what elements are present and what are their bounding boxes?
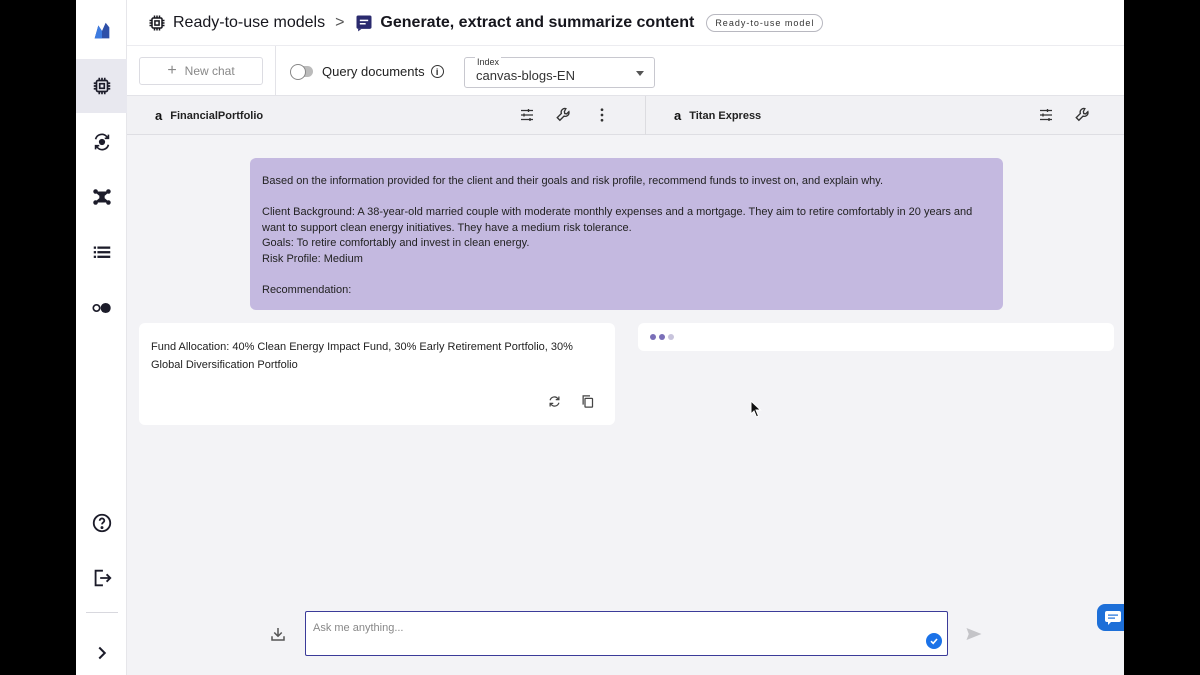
breadcrumb: Ready-to-use models > Generate, extract … [127,0,1124,46]
model-type-badge: Ready-to-use model [706,13,824,32]
info-icon[interactable]: i [430,65,444,78]
mouse-cursor-icon [750,400,762,418]
toolbar: + New chat Query documents i Index canva… [127,46,1124,96]
sidebar-item-my-models[interactable] [76,115,127,169]
model-name: Titan Express [689,109,762,122]
download-icon[interactable] [269,625,287,643]
main-area: Ready-to-use models > Generate, extract … [127,0,1124,675]
logout-icon [94,569,112,587]
prompt-line: Risk Profile: Medium [262,252,363,265]
prompt-line: Based on the information provided for th… [262,175,884,187]
sidebar-item-ready-to-use-models[interactable] [76,59,127,113]
query-documents-label: Query documents [322,64,425,79]
chat-input[interactable]: Ask me anything... [305,611,948,656]
sidebar-item-datasets[interactable] [76,225,127,279]
list-icon [93,246,110,258]
help-icon [92,513,111,533]
app-frame: Ready-to-use models > Generate, extract … [76,0,1124,675]
sidebar-item-help[interactable] [76,496,127,550]
amazon-logo-icon: a [155,108,163,123]
caret-down-icon [636,71,644,76]
toggle-dots-icon [91,302,111,314]
prompt-line: Client Background: A 38-year-old married… [262,206,973,234]
model-header-right: a Titan Express [674,96,761,135]
prompt-line: Recommendation: [262,283,352,296]
user-prompt-bubble: Based on the information provided for th… [250,158,1003,310]
breadcrumb-separator: > [335,13,345,31]
check-icon [926,633,942,649]
sidebar-item-data-flows[interactable] [76,170,127,224]
sidebar-divider [86,612,118,613]
model-headers: a FinancialPortfolio a Titan Express [127,96,1124,135]
chat-bubble-icon [356,15,372,31]
sidebar-item-logout[interactable] [76,551,127,605]
model-divider [645,96,646,135]
query-documents-label-group: Query documents i [322,64,444,79]
loading-indicator [650,334,674,340]
breadcrumb-parent-label: Ready-to-use models [173,13,326,31]
amazon-logo-icon: a [674,108,682,123]
chip-icon [149,15,165,30]
model-response-left: Fund Allocation: 40% Clean Energy Impact… [139,323,615,425]
chip-icon [93,77,110,95]
nodes-icon [92,189,111,205]
page-title: Generate, extract and summarize content [380,13,695,31]
send-icon[interactable] [965,626,983,642]
query-documents-toggle[interactable] [290,64,313,80]
plus-icon: + [167,62,177,79]
canvas-logo-icon[interactable] [76,4,127,58]
new-chat-button[interactable]: + New chat [139,57,263,85]
response-text: Fund Allocation: 40% Clean Energy Impact… [151,341,573,371]
chat-input-placeholder: Ask me anything... [313,622,404,634]
wrench-icon[interactable] [555,106,573,124]
breadcrumb-parent[interactable]: Ready-to-use models [147,13,325,33]
breadcrumb-current: Generate, extract and summarize content [354,13,694,33]
model-response-right [638,323,1114,351]
new-chat-label: New chat [184,64,235,78]
model-name: FinancialPortfolio [170,109,264,122]
feedback-chat-button[interactable] [1097,604,1124,631]
refresh-bulb-icon [94,133,109,151]
model-header-left: a FinancialPortfolio [155,96,263,135]
index-select[interactable]: Index canvas-blogs-EN [464,57,655,88]
chat-bubble-icon [1105,610,1121,625]
sidebar-item-ml-ops[interactable] [76,281,127,335]
regenerate-icon[interactable] [547,394,562,409]
sliders-icon[interactable] [518,106,536,124]
index-label: Index [475,57,502,67]
copy-icon[interactable] [580,394,595,409]
sidebar [76,0,127,675]
sliders-icon[interactable] [1037,106,1055,124]
toolbar-divider [275,46,276,96]
more-vertical-icon[interactable] [593,106,611,124]
index-value: canvas-blogs-EN [476,68,575,83]
sidebar-expand-button[interactable] [76,626,127,675]
wrench-icon[interactable] [1074,106,1092,124]
chevron-right-icon [98,646,106,660]
prompt-line: Goals: To retire comfortably and invest … [262,237,530,249]
response-actions [547,394,595,409]
